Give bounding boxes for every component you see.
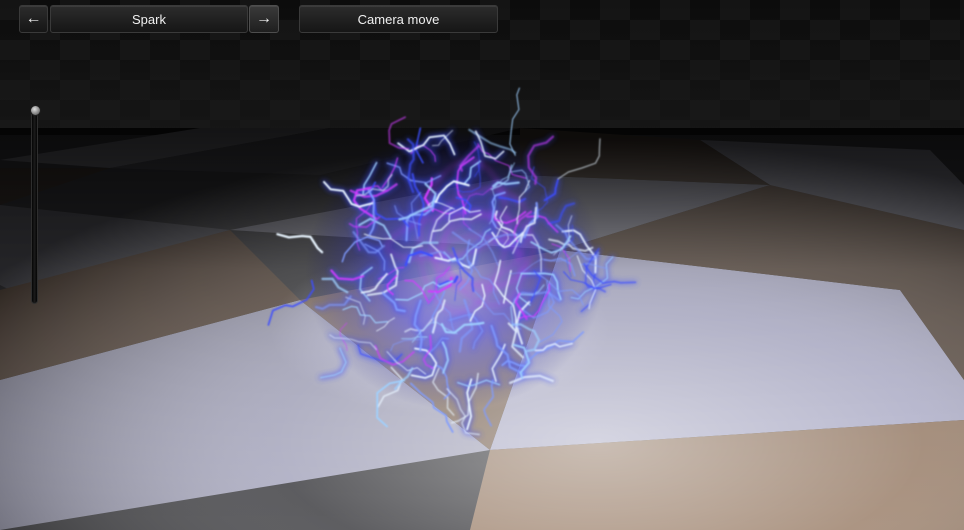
previous-effect-button[interactable]: ← (19, 5, 48, 33)
left-arrow-icon: ← (25, 10, 42, 27)
slider-thumb[interactable] (30, 105, 41, 116)
scene-canvas (0, 0, 964, 530)
scene-viewport[interactable]: ← Spark → Camera move (0, 0, 964, 530)
next-effect-button[interactable]: → (249, 5, 279, 33)
effect-name-label: Spark (132, 11, 166, 27)
camera-move-label: Camera move (357, 11, 440, 27)
effect-name-button[interactable]: Spark (50, 5, 248, 33)
right-arrow-icon: → (256, 10, 272, 27)
camera-move-button[interactable]: Camera move (299, 5, 498, 33)
vertical-slider[interactable] (30, 105, 41, 304)
